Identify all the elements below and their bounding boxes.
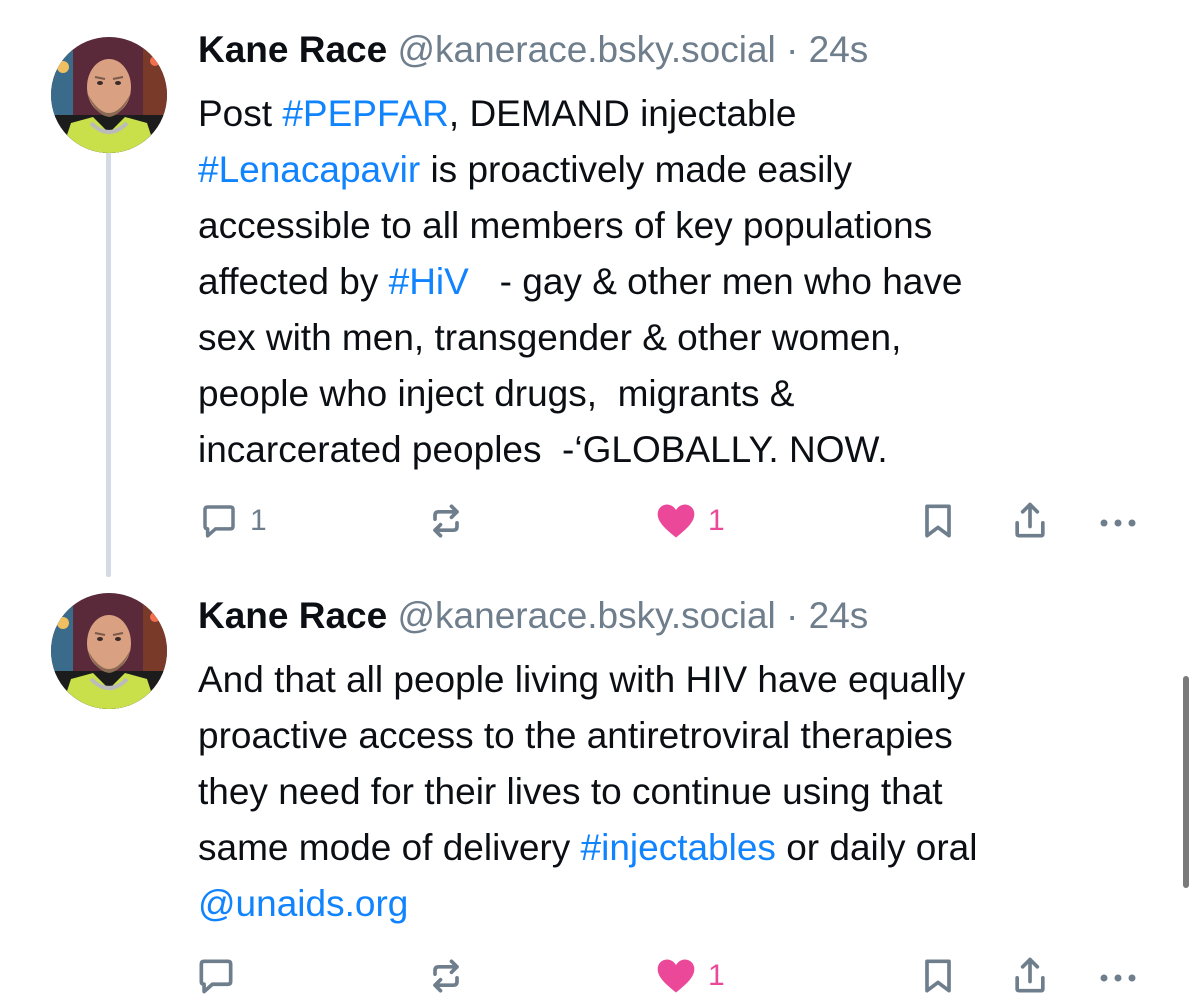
post-text-line: sex with men, transgender & other women, [198, 310, 1188, 366]
post-header: Kane Race @kanerace.bsky.social · 24s [198, 28, 868, 72]
post-text-line: people who inject drugs, migrants & [198, 366, 1188, 422]
like-count: 1 [708, 504, 725, 537]
post-timestamp[interactable]: 24s [809, 595, 869, 636]
share-icon [1015, 957, 1045, 993]
heart-filled-icon [657, 504, 695, 538]
more-dots-icon [1100, 519, 1136, 527]
post-text: And that all people living with HIV have… [198, 652, 1188, 932]
hashtag-link[interactable]: #PEPFAR [282, 93, 449, 134]
vertical-scrollbar[interactable] [1183, 676, 1189, 888]
text-span: or daily oral [775, 827, 978, 868]
hashtag-link[interactable]: #Lenacapavir [198, 149, 420, 190]
text-span: affected by [198, 261, 389, 302]
post-text-line: proactive access to the antiretroviral t… [198, 708, 1188, 764]
post-header: Kane Race @kanerace.bsky.social · 24s [198, 594, 868, 638]
text-span: Post [198, 93, 283, 134]
author-handle[interactable]: @kanerace.bsky.social [398, 29, 776, 70]
hashtag-link[interactable]: #injectables [581, 827, 776, 868]
more-options-button[interactable] [1094, 496, 1142, 546]
heart-filled-icon [657, 959, 695, 993]
avatar-photo-icon [51, 37, 167, 153]
post-text-line: incarcerated peoples -‘GLOBALLY. NOW. [198, 422, 1188, 478]
post-text-line: same mode of delivery #injectables or da… [198, 820, 1188, 876]
text-span: - gay & other men who have [468, 261, 963, 302]
separator-dot: · [786, 595, 799, 636]
author-name[interactable]: Kane Race [198, 29, 387, 70]
reply-count: 1 [250, 504, 267, 537]
bookmark-icon [925, 959, 951, 993]
post-actions: 1 [0, 951, 1200, 1001]
text-span: incarcerated peoples -‘GLOBALLY. NOW. [198, 429, 888, 470]
text-span: is proactively made easily [420, 149, 853, 190]
avatar-photo-icon [51, 593, 167, 709]
separator-dot: · [786, 29, 799, 70]
text-span: , DEMAND injectable [448, 93, 797, 134]
reply-button[interactable]: 1 [198, 496, 267, 546]
share-button[interactable] [1008, 496, 1052, 546]
share-button[interactable] [1008, 951, 1052, 1001]
more-dots-icon [1100, 974, 1136, 982]
text-span: proactive access to the antiretroviral t… [198, 715, 953, 756]
repost-button[interactable] [424, 496, 478, 546]
share-icon [1015, 502, 1045, 538]
bookmark-icon [925, 504, 951, 538]
like-button[interactable]: 1 [654, 951, 725, 1001]
post-text-line: @unaids.org [198, 876, 1188, 932]
reply-bubble-icon [199, 959, 233, 994]
like-button[interactable]: 1 [654, 496, 725, 546]
repost-icon [433, 959, 459, 993]
text-span: they need for their lives to continue us… [198, 771, 943, 812]
text-span: accessible to all members of key populat… [198, 205, 933, 246]
post-text-line: accessible to all members of key populat… [198, 198, 1188, 254]
text-span: sex with men, transgender & other women, [198, 317, 902, 358]
author-handle[interactable]: @kanerace.bsky.social [398, 595, 776, 636]
text-span: people who inject drugs, migrants & [198, 373, 795, 414]
text-span: And that all people living with HIV have… [198, 659, 966, 700]
author-name[interactable]: Kane Race [198, 595, 387, 636]
hashtag-link[interactable]: #HiV [389, 261, 469, 302]
like-count: 1 [708, 959, 725, 992]
author-avatar[interactable] [51, 593, 167, 709]
repost-button[interactable] [424, 951, 478, 1001]
repost-icon [433, 504, 459, 538]
more-options-button[interactable] [1094, 951, 1142, 1001]
post-text-line: they need for their lives to continue us… [198, 764, 1188, 820]
bookmark-button[interactable] [916, 951, 960, 1001]
mention-link[interactable]: @unaids.org [198, 883, 408, 924]
post-1[interactable]: Kane Race @kanerace.bsky.social · 24s Po… [0, 0, 1200, 580]
post-timestamp[interactable]: 24s [809, 29, 869, 70]
bookmark-button[interactable] [916, 496, 960, 546]
post-2[interactable]: Kane Race @kanerace.bsky.social · 24s An… [0, 580, 1200, 1007]
reply-button[interactable] [194, 951, 248, 1001]
text-span: same mode of delivery [198, 827, 581, 868]
post-text-line: And that all people living with HIV have… [198, 652, 1188, 708]
reply-bubble-icon [203, 505, 235, 538]
author-avatar[interactable] [51, 37, 167, 153]
post-text-line: Post #PEPFAR, DEMAND injectable [198, 86, 1188, 142]
post-actions: 1 1 [0, 496, 1200, 546]
post-text: Post #PEPFAR, DEMAND injectable #Lenacap… [198, 86, 1188, 478]
post-text-line: affected by #HiV - gay & other men who h… [198, 254, 1188, 310]
post-text-line: #Lenacapavir is proactively made easily [198, 142, 1188, 198]
